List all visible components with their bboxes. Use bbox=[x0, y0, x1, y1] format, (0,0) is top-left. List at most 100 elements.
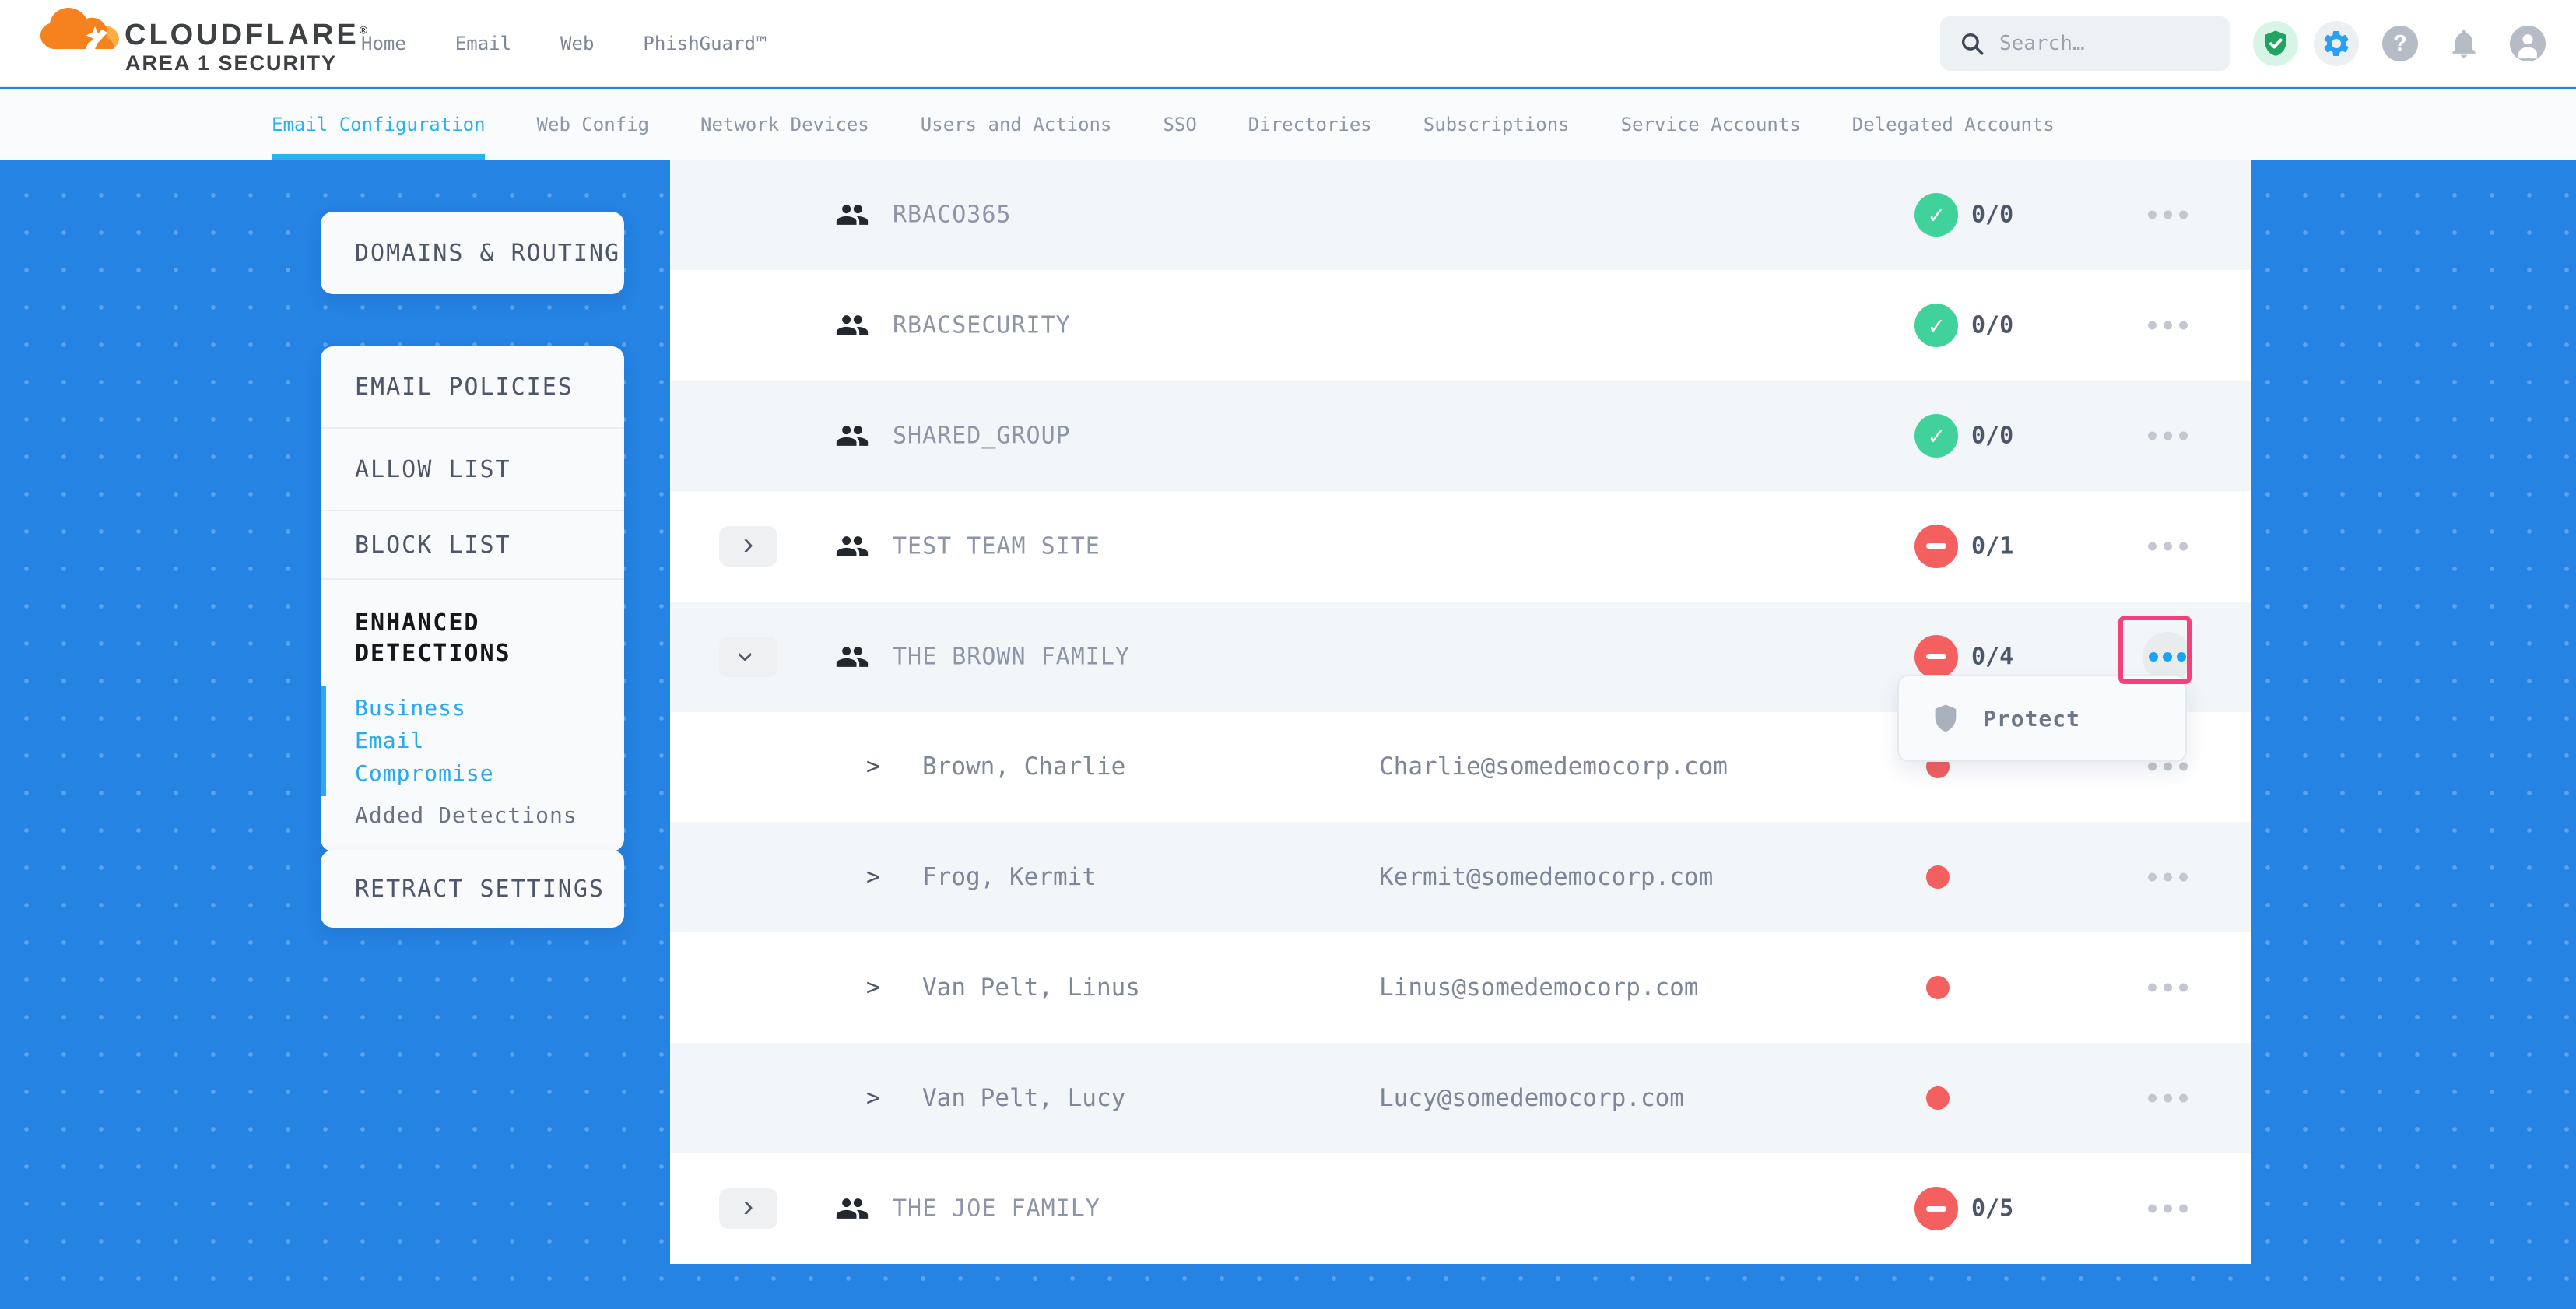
shield-check-icon[interactable] bbox=[2253, 21, 2298, 66]
table-row: > Van Pelt, Linus Linus@somedemocorp.com bbox=[670, 932, 2251, 1043]
expand-group-button[interactable]: › bbox=[719, 526, 777, 567]
gear-icon[interactable] bbox=[2314, 21, 2359, 66]
top-navigation: Home Email Web PhishGuard™ bbox=[361, 0, 767, 87]
chevron-down-icon: › bbox=[731, 651, 762, 662]
row-menu-button[interactable] bbox=[2136, 542, 2199, 550]
nav-item-home[interactable]: Home bbox=[361, 33, 406, 54]
search-bar[interactable] bbox=[1940, 16, 2230, 71]
group-icon bbox=[835, 198, 869, 232]
tab-users-and-actions[interactable]: Users and Actions bbox=[921, 114, 1112, 135]
tab-web-config[interactable]: Web Config bbox=[537, 114, 650, 135]
search-input[interactable] bbox=[1999, 32, 2209, 55]
sidebar-item-business-email-compromise[interactable]: Business Email Compromise bbox=[355, 692, 542, 790]
member-name: Van Pelt, Linus bbox=[922, 974, 1140, 1002]
group-icon bbox=[835, 529, 869, 563]
sidebar-item-enhanced-detections[interactable]: ENHANCED DETECTIONS bbox=[355, 608, 557, 669]
cloudflare-logo-icon bbox=[36, 6, 128, 59]
shield-icon bbox=[1930, 700, 1961, 736]
tab-directories[interactable]: Directories bbox=[1248, 114, 1372, 135]
search-icon bbox=[1959, 30, 1985, 57]
group-icon bbox=[835, 419, 869, 453]
tab-email-configuration[interactable]: Email Configuration bbox=[272, 114, 486, 135]
context-menu-item-protect[interactable]: Protect bbox=[1983, 706, 2080, 732]
brand-wordmark: CLOUDFLARE® bbox=[125, 19, 370, 52]
protection-count: 0/0 bbox=[1971, 422, 2013, 449]
row-menu-button[interactable] bbox=[2136, 763, 2199, 771]
protection-count: 0/1 bbox=[1971, 532, 2013, 560]
active-item-bar bbox=[321, 686, 326, 796]
collapse-group-button[interactable]: › bbox=[719, 637, 777, 677]
row-menu-button[interactable] bbox=[2136, 431, 2199, 440]
expand-member-caret[interactable]: > bbox=[866, 1085, 880, 1112]
group-name: RBACSECURITY bbox=[893, 311, 1071, 339]
table-row: RBACO365 ✓ 0/0 bbox=[670, 160, 2251, 270]
member-name: Frog, Kermit bbox=[922, 863, 1097, 891]
help-icon[interactable]: ? bbox=[2382, 26, 2418, 61]
row-menu-button[interactable] bbox=[2136, 984, 2199, 992]
group-icon bbox=[835, 1191, 869, 1226]
group-name: SHARED_GROUP bbox=[893, 422, 1071, 449]
nav-item-phishguard[interactable]: PhishGuard™ bbox=[643, 33, 767, 54]
status-unprotected-icon bbox=[1914, 1187, 1958, 1230]
member-email: Lucy@somedemocorp.com bbox=[1379, 1084, 1684, 1112]
protection-count: 0/0 bbox=[1971, 311, 2013, 339]
status-unprotected-dot bbox=[1926, 865, 1950, 889]
protection-count: 0/4 bbox=[1971, 643, 2013, 670]
table-row: > Van Pelt, Lucy Lucy@somedemocorp.com bbox=[670, 1043, 2251, 1153]
nav-item-email[interactable]: Email bbox=[455, 33, 511, 54]
sidebar-section-enhanced-detections: ENHANCED DETECTIONS Business Email Compr… bbox=[321, 580, 624, 850]
expand-group-button[interactable]: › bbox=[719, 1188, 777, 1229]
sidebar-card-policies: EMAIL POLICIES ALLOW LIST BLOCK LIST ENH… bbox=[321, 346, 624, 851]
user-icon[interactable] bbox=[2510, 26, 2546, 61]
bell-icon[interactable] bbox=[2444, 24, 2483, 63]
group-icon bbox=[835, 640, 869, 674]
member-email: Linus@somedemocorp.com bbox=[1379, 974, 1699, 1002]
status-unprotected-dot bbox=[1926, 1086, 1950, 1110]
nav-item-web[interactable]: Web bbox=[560, 33, 594, 54]
table-row: SHARED_GROUP ✓ 0/0 bbox=[670, 381, 2251, 491]
member-email: Kermit@somedemocorp.com bbox=[1379, 863, 1713, 891]
sidebar-item-retract-settings[interactable]: RETRACT SETTINGS bbox=[321, 850, 624, 928]
tab-subscriptions[interactable]: Subscriptions bbox=[1423, 114, 1570, 135]
row-menu-button[interactable] bbox=[2136, 1205, 2199, 1213]
sidebar-item-added-detections[interactable]: Added Detections bbox=[355, 802, 593, 828]
sidebar-item-domains-routing[interactable]: DOMAINS & ROUTING bbox=[321, 212, 624, 294]
status-protected-icon: ✓ bbox=[1914, 414, 1958, 458]
sidebar-card-domains-routing: DOMAINS & ROUTING bbox=[321, 212, 624, 294]
expand-member-caret[interactable]: > bbox=[866, 753, 880, 781]
tab-sso[interactable]: SSO bbox=[1163, 114, 1196, 135]
status-protected-icon: ✓ bbox=[1914, 304, 1958, 347]
expand-member-caret[interactable]: > bbox=[866, 864, 880, 891]
protection-count: 0/0 bbox=[1971, 201, 2013, 228]
sidebar-item-email-policies[interactable]: EMAIL POLICIES bbox=[321, 346, 624, 429]
row-menu-button[interactable] bbox=[2136, 210, 2199, 219]
tab-service-accounts[interactable]: Service Accounts bbox=[1621, 114, 1801, 135]
group-name: THE BROWN FAMILY bbox=[893, 643, 1130, 670]
sidebar-card-retract: RETRACT SETTINGS bbox=[321, 850, 624, 928]
sidebar-item-block-list[interactable]: BLOCK LIST bbox=[321, 511, 624, 580]
sidebar-item-allow-list[interactable]: ALLOW LIST bbox=[321, 429, 624, 511]
tab-delegated-accounts[interactable]: Delegated Accounts bbox=[1852, 114, 2055, 135]
protection-count: 0/5 bbox=[1971, 1195, 2013, 1223]
table-row: > Frog, Kermit Kermit@somedemocorp.com bbox=[670, 822, 2251, 932]
member-name: Brown, Charlie bbox=[922, 753, 1125, 781]
row-menu-button[interactable] bbox=[2136, 873, 2199, 882]
group-name: TEST TEAM SITE bbox=[893, 532, 1100, 560]
table-row: › THE JOE FAMILY 0/5 bbox=[670, 1153, 2251, 1264]
table-row: › TEST TEAM SITE 0/1 bbox=[670, 491, 2251, 602]
secondary-navigation: Email Configuration Web Config Network D… bbox=[0, 89, 2576, 160]
brand-product: AREA 1 SECURITY bbox=[125, 51, 337, 75]
tab-network-devices[interactable]: Network Devices bbox=[700, 114, 869, 135]
row-menu-button-active[interactable] bbox=[2143, 632, 2192, 682]
status-unprotected-icon bbox=[1914, 635, 1958, 679]
app-header: CLOUDFLARE® AREA 1 SECURITY Home Email W… bbox=[0, 0, 2576, 87]
active-tab-underline bbox=[272, 154, 485, 160]
status-unprotected-icon bbox=[1914, 525, 1958, 568]
group-name: RBACO365 bbox=[893, 201, 1012, 228]
row-menu-button[interactable] bbox=[2136, 321, 2199, 329]
status-protected-icon: ✓ bbox=[1914, 193, 1958, 237]
row-menu-button[interactable] bbox=[2136, 1094, 2199, 1103]
status-unprotected-dot bbox=[1926, 976, 1950, 999]
group-icon bbox=[835, 308, 869, 342]
expand-member-caret[interactable]: > bbox=[866, 974, 880, 1002]
